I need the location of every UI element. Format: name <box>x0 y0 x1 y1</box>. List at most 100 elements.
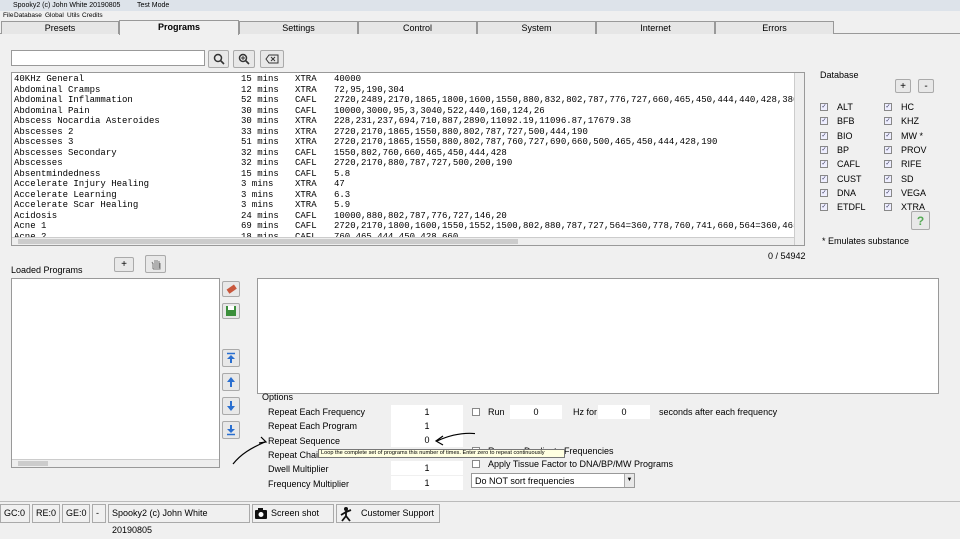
tab-errors[interactable]: Errors <box>715 21 834 34</box>
backspace-icon <box>265 54 279 64</box>
camera-icon <box>255 508 267 519</box>
programs-list[interactable]: 40KHz General 15 mins XTRA 40000 Abdominal C… <box>11 72 805 246</box>
loaded-hscroll[interactable] <box>12 459 219 467</box>
sort-select[interactable]: Do NOT sort frequencies ▼ <box>471 473 635 488</box>
database-checkbox[interactable]: ✓ <box>820 174 828 183</box>
database-checkbox[interactable]: ✓ <box>884 103 892 111</box>
loaded-hscroll-thumb[interactable] <box>18 461 48 466</box>
options-title: Options <box>262 392 294 402</box>
zoom-search-button[interactable] <box>233 50 255 68</box>
menu-credits[interactable]: Credits <box>82 11 103 20</box>
program-name: Accelerate Learning <box>14 189 117 200</box>
move-up-button[interactable] <box>222 373 240 391</box>
program-duration: 51 mins <box>241 137 279 147</box>
save-icon <box>226 306 236 316</box>
run-label: Run <box>488 407 505 417</box>
database-checkbox[interactable]: ✓ <box>884 117 892 126</box>
database-checkbox[interactable]: ✓ <box>820 203 828 212</box>
database-checkbox[interactable]: ✓ <box>820 160 828 169</box>
database-item-label: RIFE <box>901 159 922 170</box>
frequency-multiplier-label: Frequency Multiplier <box>268 479 350 489</box>
database-item-label: BP <box>837 144 850 155</box>
database-remove-button[interactable]: - <box>918 79 934 93</box>
add-loaded-button[interactable]: + <box>114 257 134 272</box>
programs-vscroll[interactable] <box>794 73 804 245</box>
database-checkbox[interactable]: ✓ <box>884 160 892 169</box>
loaded-programs-list[interactable] <box>11 278 220 468</box>
database-checkbox[interactable]: ✓ <box>820 117 828 126</box>
erase-button[interactable] <box>222 281 240 297</box>
database-checkbox[interactable]: ✓ <box>884 131 892 140</box>
tab-control[interactable]: Control <box>358 21 477 34</box>
menu-global[interactable]: Global <box>45 11 64 20</box>
customer-support-button[interactable]: Customer Support <box>336 504 440 523</box>
support-label: Customer Support <box>361 508 435 518</box>
move-top-button[interactable] <box>222 349 240 367</box>
database-item-label: DNA <box>837 187 857 198</box>
help-button[interactable]: ? <box>911 211 930 230</box>
database-checkbox[interactable]: ✓ <box>820 145 828 154</box>
support-person-icon <box>340 507 352 522</box>
tab-presets[interactable]: Presets <box>1 21 119 34</box>
database-item-label: MW * <box>901 130 923 141</box>
program-name: Accelerate Scar Healing <box>14 200 139 210</box>
search-input[interactable] <box>11 50 205 66</box>
save-button[interactable] <box>222 303 240 319</box>
program-name: Abscess Nocardia Asteroides <box>14 116 160 126</box>
database-title: Database <box>820 70 859 80</box>
program-source: CAFL <box>295 147 317 158</box>
database-checkbox[interactable]: ✓ <box>820 131 828 140</box>
sort-select-value: Do NOT sort frequencies <box>475 476 575 486</box>
tab-system[interactable]: System <box>477 21 596 34</box>
database-checkbox[interactable]: ✓ <box>884 188 892 197</box>
database-item-label: BFB <box>837 116 855 127</box>
move-down-button[interactable] <box>222 397 240 415</box>
program-duration: 12 mins <box>241 84 279 95</box>
program-duration: 3 mins <box>241 179 274 189</box>
status-gc: GC:0 <box>0 504 30 523</box>
programs-hscroll[interactable] <box>12 237 794 245</box>
chevron-down-icon[interactable]: ▼ <box>624 474 634 487</box>
repeat-each-frequency-field[interactable]: 1 <box>391 405 463 419</box>
program-duration: 15 mins <box>241 74 279 84</box>
database-checkbox[interactable]: ✓ <box>820 103 828 111</box>
program-frequencies: 2720,2170,1865,1550,880,802,787,760,727,… <box>334 137 718 147</box>
app-title: Spooky2 (c) John White 20190805 <box>13 2 121 9</box>
program-name: Absentmindedness <box>14 168 101 179</box>
search-button[interactable] <box>208 50 229 68</box>
frequency-multiplier-field[interactable]: 1 <box>391 476 463 490</box>
tab-settings[interactable]: Settings <box>239 21 358 34</box>
program-count: 0 / 54942 <box>768 251 806 261</box>
database-checkbox[interactable]: ✓ <box>884 203 892 212</box>
hand-button[interactable] <box>145 255 166 273</box>
program-source: CAFL <box>295 210 317 221</box>
hand-icon <box>151 260 160 270</box>
menu-database[interactable]: Database <box>14 11 42 20</box>
program-frequencies: 228,231,237,694,710,887,2890,11092.19,11… <box>334 116 632 126</box>
menu-utils[interactable]: Utils <box>67 11 80 20</box>
tab-internet[interactable]: Internet <box>596 21 715 34</box>
database-checkbox[interactable]: ✓ <box>884 145 892 154</box>
database-add-button[interactable]: + <box>895 79 911 93</box>
search-icon <box>213 53 225 65</box>
eraser-icon <box>226 284 237 294</box>
program-frequencies: 6.3 <box>334 189 351 200</box>
program-frequencies: 1550,802,760,660,465,450,444,428 <box>334 147 507 158</box>
screenshot-button[interactable]: Screen shot <box>252 504 334 523</box>
programs-hscroll-thumb[interactable] <box>18 239 518 244</box>
database-checkbox[interactable]: ✓ <box>820 188 828 197</box>
program-duration: 30 mins <box>241 116 279 126</box>
run-checkbox[interactable] <box>472 408 480 416</box>
database-item-label: ALT <box>837 102 853 112</box>
menu-file[interactable]: File <box>3 11 13 20</box>
run-value-field[interactable]: 0 <box>510 405 562 419</box>
tab-programs[interactable]: Programs <box>119 20 239 35</box>
program-source: XTRA <box>295 84 317 95</box>
clear-search-button[interactable] <box>260 50 284 68</box>
program-name: Acidosis <box>14 210 58 221</box>
program-duration: 32 mins <box>241 158 279 168</box>
database-item-label: KHZ <box>901 116 919 127</box>
hz-value-field[interactable]: 0 <box>598 405 650 419</box>
database-checkbox[interactable]: ✓ <box>884 174 892 183</box>
program-name: Accelerate Injury Healing <box>14 179 150 189</box>
